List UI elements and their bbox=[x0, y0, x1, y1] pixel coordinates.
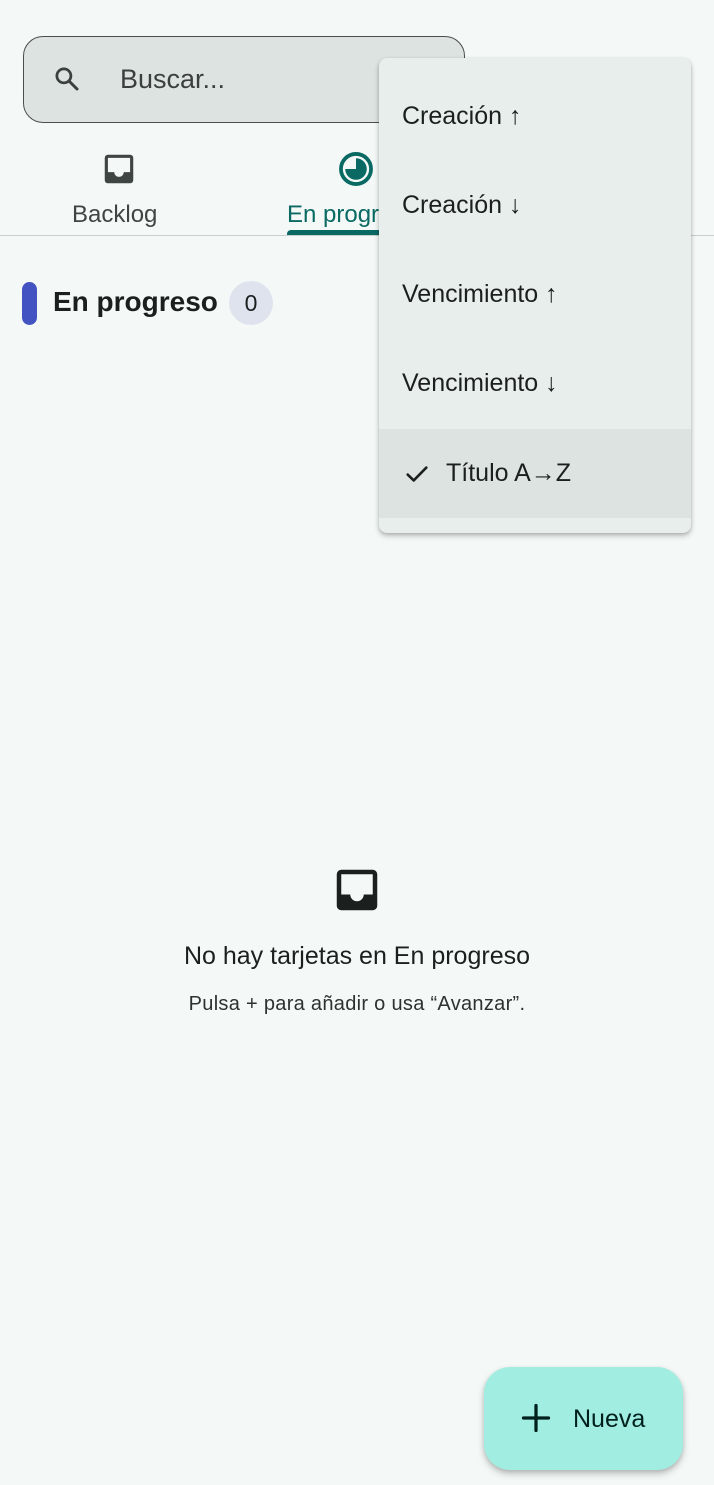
new-card-label: Nueva bbox=[573, 1405, 646, 1433]
sort-option-creation-desc[interactable]: Creación ↓ bbox=[379, 161, 691, 250]
menu-item-label: Vencimiento ↓ bbox=[402, 369, 558, 397]
search-input[interactable] bbox=[120, 58, 370, 100]
empty-state-title: No hay tarjetas en En progreso bbox=[183, 942, 531, 970]
progress-clock-icon bbox=[339, 152, 373, 186]
tab-backlog[interactable]: Backlog bbox=[40, 140, 200, 236]
new-card-button[interactable]: Nueva bbox=[484, 1367, 683, 1470]
sort-option-due-asc[interactable]: Vencimiento ↑ bbox=[379, 250, 691, 339]
menu-item-label: Creación ↑ bbox=[402, 102, 522, 130]
sort-option-title-az[interactable]: Título A→Z bbox=[379, 429, 691, 518]
menu-item-label: Vencimiento ↑ bbox=[402, 280, 558, 308]
card-count-badge: 0 bbox=[229, 281, 273, 325]
search-icon bbox=[55, 67, 79, 91]
inbox-icon bbox=[336, 869, 378, 911]
sort-menu: Creación ↑ Creación ↓ Vencimiento ↑ Venc… bbox=[379, 58, 691, 533]
inbox-icon bbox=[104, 154, 134, 184]
section-color-marker bbox=[22, 282, 37, 325]
check-icon bbox=[406, 466, 428, 482]
tab-en-progreso-label: En progr bbox=[287, 201, 380, 228]
menu-item-label: Creación ↓ bbox=[402, 191, 522, 219]
sort-option-due-desc[interactable]: Vencimiento ↓ bbox=[379, 339, 691, 428]
empty-state-hint: Pulsa + para añadir o usa “Avanzar”. bbox=[188, 993, 526, 1015]
plus-icon bbox=[521, 1403, 551, 1433]
section-title: En progreso bbox=[53, 286, 218, 317]
sort-option-creation-asc[interactable]: Creación ↑ bbox=[379, 72, 691, 161]
tab-backlog-label: Backlog bbox=[72, 201, 158, 228]
menu-item-label: Título A→Z bbox=[446, 459, 572, 487]
